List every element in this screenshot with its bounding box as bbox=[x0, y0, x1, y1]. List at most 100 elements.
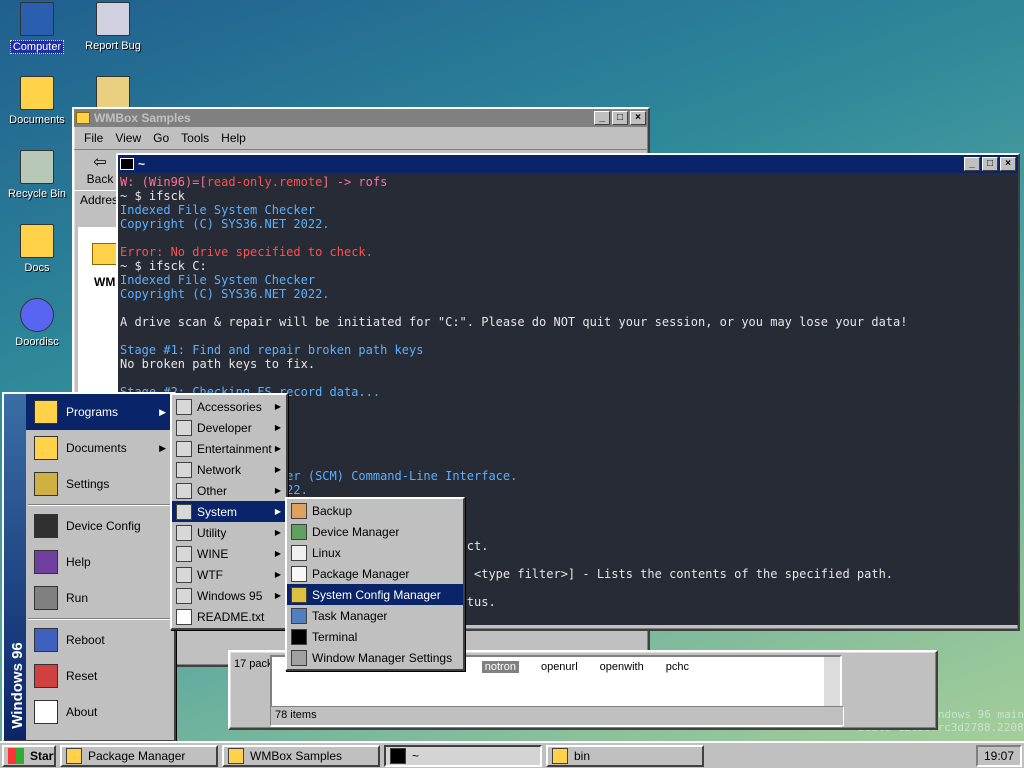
start-item-label: About bbox=[66, 705, 98, 719]
taskbar-item-terminal[interactable]: ~ bbox=[384, 744, 542, 767]
maximize-button[interactable]: □ bbox=[982, 157, 998, 171]
reset-icon bbox=[34, 664, 58, 688]
program-group-icon bbox=[176, 482, 192, 499]
terminal-line: Error: No drive specified to check. bbox=[120, 245, 1016, 259]
terminal-line: Stage #1: Find and repair broken path ke… bbox=[120, 343, 1016, 357]
menu-view[interactable]: View bbox=[109, 129, 147, 147]
taskbar-item-wmbox-samples[interactable]: WMBox Samples bbox=[222, 744, 380, 767]
system-item-window-manager-settings[interactable]: Window Manager Settings bbox=[287, 647, 463, 668]
system-item-label: Device Manager bbox=[312, 524, 400, 539]
linux-penguin-icon bbox=[291, 544, 307, 561]
system-item-task-manager[interactable]: Task Manager bbox=[287, 605, 463, 626]
menu-go[interactable]: Go bbox=[147, 129, 175, 147]
system-item-terminal[interactable]: Terminal bbox=[287, 626, 463, 647]
maximize-button[interactable]: □ bbox=[612, 111, 628, 125]
minimize-button[interactable]: _ bbox=[594, 111, 610, 125]
start-item-settings[interactable]: Settings bbox=[26, 466, 174, 502]
start-button[interactable]: Start bbox=[2, 744, 56, 767]
file-item[interactable]: openwith bbox=[600, 661, 644, 673]
programs-item-entertainment[interactable]: Entertainment ▶ bbox=[172, 438, 286, 459]
start-menu-items: Programs ▶ Documents ▶ Settings Device Config… bbox=[26, 394, 174, 740]
desktop-icon-label: Report Bug bbox=[85, 40, 141, 52]
taskbar-item-label: bin bbox=[574, 748, 591, 763]
desktop-icon-label: Docs bbox=[24, 262, 50, 274]
menu-separator bbox=[28, 618, 172, 620]
desktop-icon-report-bug[interactable]: Report Bug bbox=[76, 2, 150, 52]
about-icon bbox=[34, 700, 58, 724]
file-item[interactable]: pchc bbox=[666, 661, 689, 673]
close-button[interactable]: × bbox=[1000, 157, 1016, 171]
programs-item-developer[interactable]: Developer ▶ bbox=[172, 417, 286, 438]
minimize-button[interactable]: _ bbox=[964, 157, 980, 171]
help-icon bbox=[34, 550, 58, 574]
system-item-linux[interactable]: Linux bbox=[287, 542, 463, 563]
start-item-documents[interactable]: Documents ▶ bbox=[26, 430, 174, 466]
terminal-segment: A drive scan & repair will be initiated … bbox=[120, 315, 908, 329]
terminal-segment: ~ $ ifsck bbox=[120, 189, 186, 203]
programs-item-label: Windows 95 bbox=[197, 588, 263, 603]
folder-icon bbox=[552, 747, 568, 764]
terminal-titlebar[interactable]: ~ _ □ × bbox=[118, 155, 1018, 173]
back-button[interactable]: ⇦ Back bbox=[80, 154, 120, 186]
taskbar-item-package-manager[interactable]: Package Manager bbox=[60, 744, 218, 767]
programs-item-windows-95[interactable]: Windows 95 ▶ bbox=[172, 585, 286, 606]
report-bug-icon bbox=[96, 2, 130, 36]
submenu-arrow-icon: ▶ bbox=[274, 444, 281, 453]
programs-item-label: System bbox=[197, 504, 238, 519]
menu-file[interactable]: File bbox=[78, 129, 109, 147]
desktop-icon-documents[interactable]: Documents bbox=[0, 76, 74, 126]
programs-item-system[interactable]: System ▶ bbox=[172, 501, 286, 522]
bin-statusbar: 78 items bbox=[270, 706, 844, 726]
system-item-label: Task Manager bbox=[312, 608, 388, 623]
bin-status-text: 78 items bbox=[275, 709, 317, 721]
start-menu: Windows 96 Programs ▶ Documents ▶ Settings De… bbox=[2, 392, 176, 742]
desktop-icon-label: Computer bbox=[9, 40, 65, 54]
desktop-icon-doordisc[interactable]: Doordisc bbox=[0, 298, 74, 348]
close-button[interactable]: × bbox=[630, 111, 646, 125]
system-item-system-config-manager[interactable]: System Config Manager bbox=[287, 584, 463, 605]
programs-item-wtf[interactable]: WTF ▶ bbox=[172, 564, 286, 585]
terminal-title: ~ bbox=[138, 157, 146, 171]
clock: 19:07 bbox=[983, 748, 1015, 763]
terminal-line: ~ $ ifsck bbox=[120, 189, 1016, 203]
start-item-programs[interactable]: Programs ▶ bbox=[26, 394, 174, 430]
menu-tools[interactable]: Tools bbox=[175, 129, 215, 147]
submenu-arrow-icon: ▶ bbox=[274, 507, 281, 516]
system-item-package-manager[interactable]: Package Manager bbox=[287, 563, 463, 584]
desktop-icon-recycle-bin[interactable]: Recycle Bin bbox=[0, 150, 74, 200]
terminal-segment: Copyright (C) SYS36.NET 2022. bbox=[120, 217, 330, 231]
package-manager-icon bbox=[66, 747, 82, 764]
system-item-label: Linux bbox=[312, 545, 341, 560]
start-item-reset[interactable]: Reset bbox=[26, 658, 174, 694]
start-item-run[interactable]: Run bbox=[26, 580, 174, 616]
programs-item-network[interactable]: Network ▶ bbox=[172, 459, 286, 480]
wmbox-titlebar[interactable]: WMBox Samples _ □ × bbox=[74, 109, 648, 127]
menu-help[interactable]: Help bbox=[215, 129, 252, 147]
programs-item-accessories[interactable]: Accessories ▶ bbox=[172, 396, 286, 417]
start-item-help[interactable]: Help bbox=[26, 544, 174, 580]
programs-item-readme-txt[interactable]: README.txt bbox=[172, 606, 286, 627]
start-item-about[interactable]: About bbox=[26, 694, 174, 730]
file-item[interactable]: notron bbox=[481, 661, 519, 673]
start-item-reboot[interactable]: Reboot bbox=[26, 622, 174, 658]
desktop-icon-computer[interactable]: Computer bbox=[0, 2, 74, 54]
run-icon bbox=[34, 586, 58, 610]
programs-item-utility[interactable]: Utility ▶ bbox=[172, 522, 286, 543]
computer-icon bbox=[20, 2, 54, 36]
system-item-device-manager[interactable]: Device Manager bbox=[287, 521, 463, 542]
program-group-icon bbox=[176, 587, 192, 604]
app-icon bbox=[96, 76, 130, 110]
programs-item-wine[interactable]: WINE ▶ bbox=[172, 543, 286, 564]
system-item-backup[interactable]: Backup bbox=[287, 500, 463, 521]
task-manager-icon bbox=[291, 607, 307, 624]
file-item[interactable]: openurl bbox=[541, 661, 578, 673]
programs-item-other[interactable]: Other ▶ bbox=[172, 480, 286, 501]
terminal-icon bbox=[291, 628, 307, 645]
program-group-icon bbox=[176, 398, 192, 415]
start-item-device-config[interactable]: Device Config bbox=[26, 508, 174, 544]
taskbar-item-bin[interactable]: bin bbox=[546, 744, 704, 767]
desktop-icon-docs[interactable]: Docs bbox=[0, 224, 74, 274]
system-tray: 19:07 bbox=[976, 744, 1022, 767]
folder-icon bbox=[228, 747, 244, 764]
text-file-icon bbox=[176, 608, 192, 625]
